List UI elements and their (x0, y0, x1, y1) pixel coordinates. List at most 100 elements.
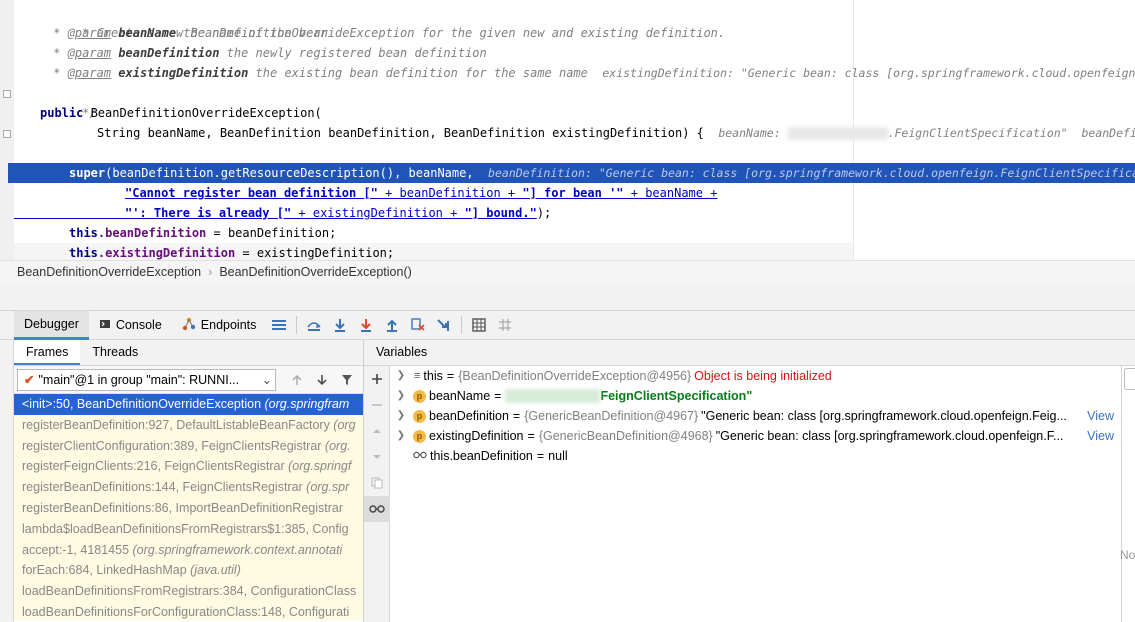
string-literal: "] bound." (464, 206, 537, 220)
copy-icon[interactable] (364, 470, 390, 496)
variable-name: beanDefinition (429, 409, 509, 423)
variable-row[interactable]: ❯ p existingDefinition = {GenericBeanDef… (390, 426, 1120, 446)
watch-glasses-icon (413, 446, 427, 466)
code-editor[interactable]: * Create a new BeanDefinitionOverrideExc… (0, 0, 1135, 260)
doc-param-name: existingDefinition (118, 66, 249, 80)
string-literal: "] for bean '" (522, 186, 624, 200)
frame-row[interactable]: loadBeanDefinitionsFromRegistrars:384, C… (14, 581, 363, 602)
move-up-icon[interactable] (364, 418, 390, 444)
frames-tabs: Frames Threads (14, 340, 363, 366)
breadcrumb-separator: › (208, 265, 213, 279)
thread-dropdown[interactable]: ✔ "main"@1 in group "main": RUNNI... ⌄ (17, 368, 276, 391)
variable-row[interactable]: ❯ ≡ this = {BeanDefinitionOverrideExcept… (390, 366, 1120, 386)
endpoints-icon (182, 317, 196, 334)
variable-value: "Generic bean: class [org.springframewor… (701, 409, 1067, 423)
tab-frames[interactable]: Frames (14, 340, 81, 365)
trace-stream-icon[interactable] (492, 314, 518, 336)
redacted-value (787, 127, 888, 140)
thread-dropdown-value: "main"@1 in group "main": RUNNI... (38, 372, 240, 387)
layout-menu-icon[interactable] (266, 314, 292, 336)
tab-threads[interactable]: Threads (80, 340, 150, 365)
step-into-icon[interactable] (353, 314, 379, 336)
execution-point-line[interactable]: super(beanDefinition.getResourceDescript… (8, 163, 1135, 183)
chevron-down-icon: ⌄ (261, 373, 273, 387)
frame-row[interactable]: registerBeanDefinition:927, DefaultLista… (14, 415, 363, 436)
frame-row[interactable]: registerFeignClients:216, FeignClientsRe… (14, 456, 363, 477)
search-field[interactable] (1124, 368, 1135, 390)
doc-tag: @param (67, 46, 112, 60)
breadcrumb-item-class[interactable]: BeanDefinitionOverrideException (17, 265, 201, 279)
breadcrumb: BeanDefinitionOverrideException › BeanDefi… (0, 260, 1135, 283)
minus-icon[interactable] (364, 392, 390, 418)
thread-selector-row: ✔ "main"@1 in group "main": RUNNI... ⌄ (14, 366, 363, 394)
view-link[interactable]: View (1087, 426, 1120, 446)
chevron-right-icon[interactable]: ❯ (394, 366, 408, 386)
doc-tag: @param (67, 26, 112, 40)
evaluate-expression-icon[interactable] (466, 314, 492, 336)
run-to-cursor-icon[interactable] (431, 314, 457, 336)
object-ref: {GenericBeanDefinition@4967} (524, 409, 699, 423)
watch-expression: this.beanDefinition (430, 449, 533, 463)
code-line: * @param beanName the name of the bean (46, 26, 328, 40)
fold-marker-icon[interactable] (3, 90, 11, 98)
chevron-right-icon[interactable]: ❯ (394, 406, 408, 426)
variable-name: this (423, 369, 443, 383)
field-ref: .existingDefinition (97, 246, 236, 260)
watches-glasses-icon[interactable] (364, 496, 390, 522)
tab-debugger[interactable]: Debugger (14, 310, 89, 340)
variable-row[interactable]: ❯ p beanName = FeignClientSpecification" (390, 386, 1120, 406)
tab-endpoints[interactable]: Endpoints (172, 311, 267, 340)
move-down-icon[interactable] (364, 444, 390, 470)
frame-row[interactable]: registerBeanDefinitions:144, FeignClient… (14, 477, 363, 498)
inline-value-hint: beanDefinition: "Generic bean: class [or… (488, 166, 1135, 180)
this-icon: ≡ (414, 370, 421, 382)
code-line: public BeanDefinitionOverrideException( (40, 103, 1135, 123)
code-line: String beanName, BeanDefinition beanDefi… (97, 123, 1135, 143)
frame-row[interactable]: registerBeanDefinitions:86, ImportBeanDe… (14, 498, 363, 519)
debug-toolbar: Debugger Console Endpoints (0, 310, 1135, 340)
object-ref: {GenericBeanDefinition@4968} (538, 429, 713, 443)
step-over-icon[interactable] (327, 314, 353, 336)
filter-icon[interactable] (335, 369, 360, 391)
checkmark-icon: ✔ (24, 373, 35, 387)
doc-param-desc: the existing bean definition for the sam… (248, 66, 588, 80)
drop-frame-icon[interactable] (405, 314, 431, 336)
arrow-up-icon[interactable] (284, 369, 309, 391)
frame-row[interactable]: registerClientConfiguration:389, FeignCl… (14, 436, 363, 457)
frame-row[interactable]: <init>:50, BeanDefinitionOverrideExcepti… (14, 394, 363, 415)
frame-row[interactable]: forEach:684, LinkedHashMap (java.util) (14, 560, 363, 581)
object-ref: {BeanDefinitionOverrideException@4956} (458, 369, 692, 383)
variables-header: Variables (364, 340, 1135, 366)
code-line: "': There is already [" + existingDefini… (125, 206, 552, 220)
console-icon (99, 318, 111, 333)
watch-row[interactable]: this.beanDefinition = null (390, 446, 1120, 466)
code-line: * @param existingDefinition the existing… (46, 63, 1135, 83)
string-literal: "Cannot register bean definition [" (125, 186, 378, 200)
toolbar-divider (296, 316, 298, 334)
view-link[interactable]: View (1087, 406, 1120, 426)
tab-console[interactable]: Console (89, 311, 172, 340)
code-line: this.existingDefinition = existingDefini… (14, 243, 853, 260)
tool-window-header (0, 283, 1135, 311)
right-panel-edge (1121, 366, 1135, 622)
frame-row[interactable]: accept:-1, 4181455 (org.springframework.… (14, 540, 363, 561)
step-out-icon[interactable] (379, 314, 405, 336)
variable-value: FeignClientSpecification" (600, 389, 753, 403)
super-call-args: (beanDefinition.getResourceDescription()… (105, 166, 474, 180)
breadcrumb-item-method[interactable]: BeanDefinitionOverrideException() (219, 265, 411, 279)
variable-row[interactable]: ❯ p beanDefinition = {GenericBeanDefinit… (390, 406, 1120, 426)
inline-value-hint: beanName: (718, 126, 788, 140)
show-execution-point-icon[interactable] (301, 314, 327, 336)
parameter-icon: p (413, 429, 426, 443)
chevron-right-icon[interactable]: ❯ (394, 386, 408, 406)
parameter-icon: p (413, 409, 426, 423)
chevron-right-icon[interactable]: ❯ (394, 426, 408, 446)
string-literal: "': There is already [" (125, 206, 292, 220)
fold-marker-icon[interactable] (3, 130, 11, 138)
frame-row[interactable]: loadBeanDefinitionsForConfigurationClass… (14, 602, 363, 620)
keyword-public: public (40, 106, 84, 120)
frame-row[interactable]: lambda$loadBeanDefinitionsFromRegistrars… (14, 519, 363, 540)
code-line: */ (46, 83, 1135, 120)
arrow-down-icon[interactable] (309, 369, 334, 391)
add-watch-icon[interactable] (364, 366, 390, 392)
